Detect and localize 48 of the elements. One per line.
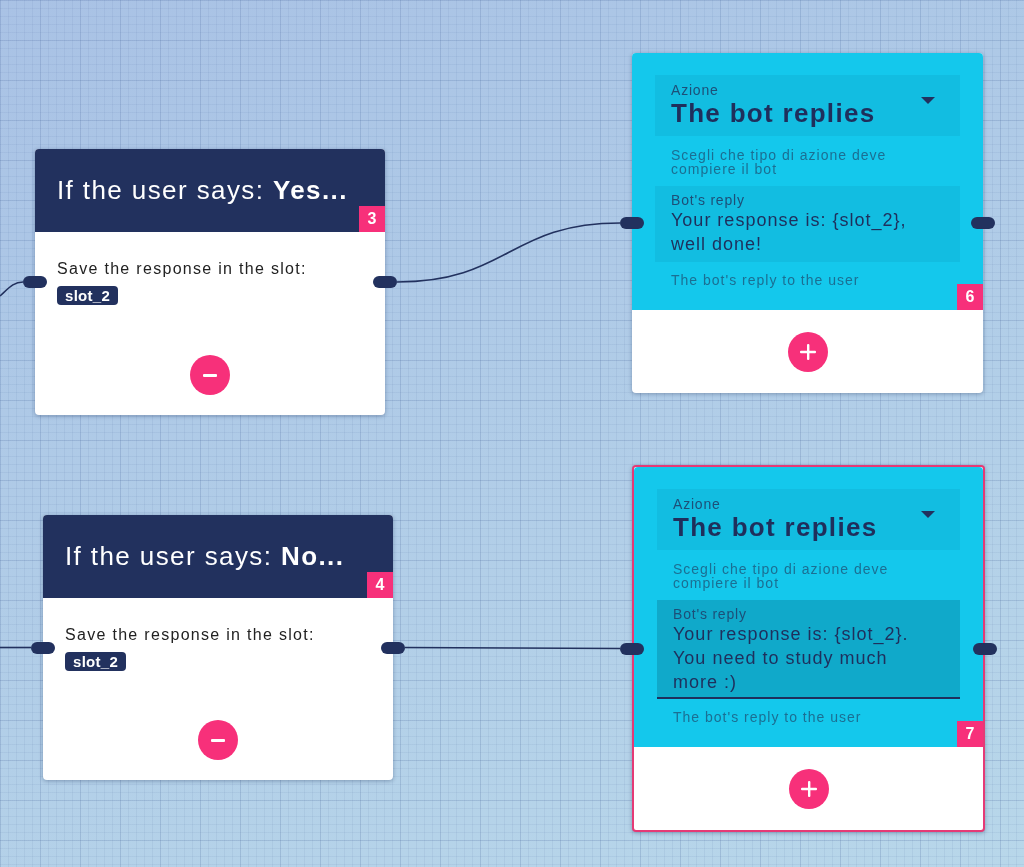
connection-port[interactable] — [620, 642, 644, 655]
node-number: 7 — [957, 721, 983, 747]
connection-port[interactable] — [23, 276, 47, 288]
minus-icon — [203, 373, 217, 377]
node-card[interactable]: Azione The bot replies Scegli che tipo di azione deve compiere il bot Bot's reply Your response is: {slot_2}, well done! The bot's reply to the user 6 — [632, 53, 983, 393]
remove-button[interactable] — [190, 355, 230, 395]
action-dropdown[interactable]: Azione The bot replies — [655, 75, 960, 136]
helper-text: The bot's reply to the user — [673, 709, 862, 725]
node-card[interactable]: If the user says: Yes... 3 Save the response in the slot: slot_2 — [35, 149, 385, 415]
caret-icon — [921, 97, 935, 104]
caret-icon — [921, 511, 935, 518]
dropdown-value: The bot replies — [673, 512, 878, 543]
connection-port[interactable] — [620, 217, 644, 229]
field-label: Bot's reply — [671, 192, 745, 208]
slot-tag: slot_2 — [65, 652, 127, 671]
node-title: If the user says: Yes... — [57, 175, 348, 206]
remove-button[interactable] — [198, 720, 238, 760]
reply-field[interactable]: Bot's reply Your response is: {slot_2}. You need to study much more :) — [657, 600, 960, 699]
connector-line — [0, 281, 24, 297]
connector-line — [0, 646, 32, 649]
add-button[interactable] — [788, 768, 829, 809]
connection-port[interactable] — [31, 641, 55, 654]
node-number: 4 — [367, 572, 393, 598]
connection-port[interactable] — [373, 276, 397, 288]
add-button[interactable] — [787, 331, 828, 372]
field-label: Bot's reply — [673, 606, 747, 622]
slot-instruction: Save the response in the slot: — [65, 625, 315, 644]
helper-text: Scegli che tipo di azione deve compiere il bot — [671, 148, 888, 176]
field-label: Azione — [671, 82, 719, 98]
helper-text: Scegli che tipo di azione deve compiere il bot — [673, 562, 890, 590]
node-number: 3 — [359, 206, 385, 232]
minus-icon — [211, 738, 225, 742]
reply-field[interactable]: Bot's reply Your response is: {slot_2}, well done! — [655, 186, 960, 262]
dropdown-value: The bot replies — [671, 98, 876, 129]
node-number: 6 — [957, 284, 983, 310]
plus-icon — [800, 780, 817, 797]
node-card[interactable]: Azione The bot replies Scegli che tipo di azione deve compiere il bot Bot's reply Your response is: {slot_2}. You need to study much more :) The bot's reply to the user 7 — [632, 465, 985, 832]
connection-port[interactable] — [971, 217, 995, 229]
node-title: If the user says: No... — [65, 541, 345, 572]
plus-icon — [799, 343, 816, 360]
slot-instruction: Save the response in the slot: — [57, 259, 307, 278]
slot-tag: slot_2 — [57, 286, 119, 305]
node-card[interactable]: If the user says: No... 4 Save the response in the slot: slot_2 — [43, 515, 393, 780]
field-label: Azione — [673, 496, 721, 512]
reply-text: Your response is: {slot_2}, well done! — [671, 209, 908, 256]
action-dropdown[interactable]: Azione The bot replies — [657, 489, 960, 550]
reply-text: Your response is: {slot_2}. You need to study much more :) — [673, 623, 910, 694]
helper-text: The bot's reply to the user — [671, 272, 860, 288]
